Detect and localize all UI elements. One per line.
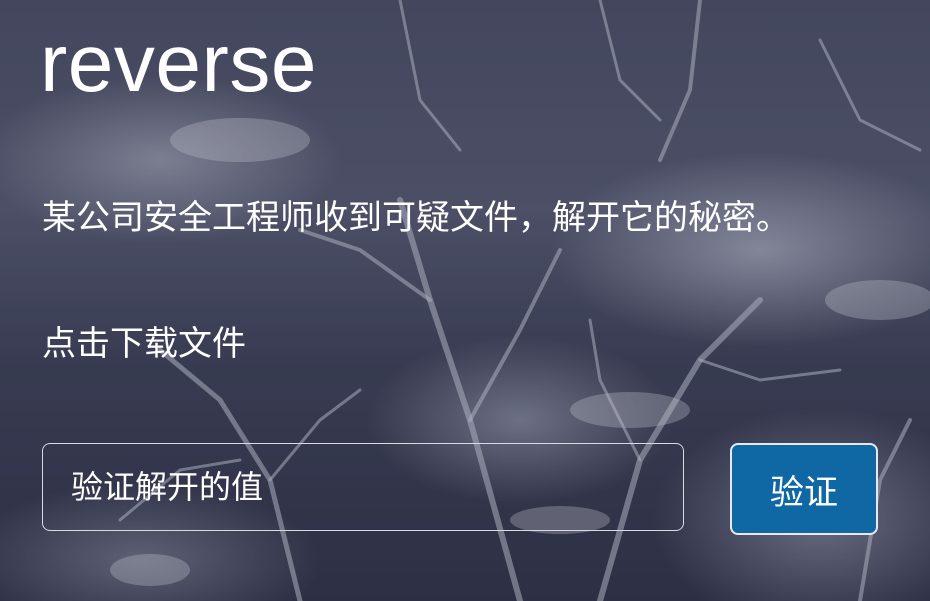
download-file-link[interactable]: 点击下载文件 <box>42 322 246 366</box>
challenge-title: reverse <box>40 18 317 109</box>
answer-input[interactable] <box>42 443 684 531</box>
challenge-description: 某公司安全工程师收到可疑文件，解开它的秘密。 <box>42 198 790 238</box>
challenge-panel: reverse 某公司安全工程师收到可疑文件，解开它的秘密。 点击下载文件 验证 <box>0 0 930 601</box>
verify-button[interactable]: 验证 <box>730 443 878 535</box>
